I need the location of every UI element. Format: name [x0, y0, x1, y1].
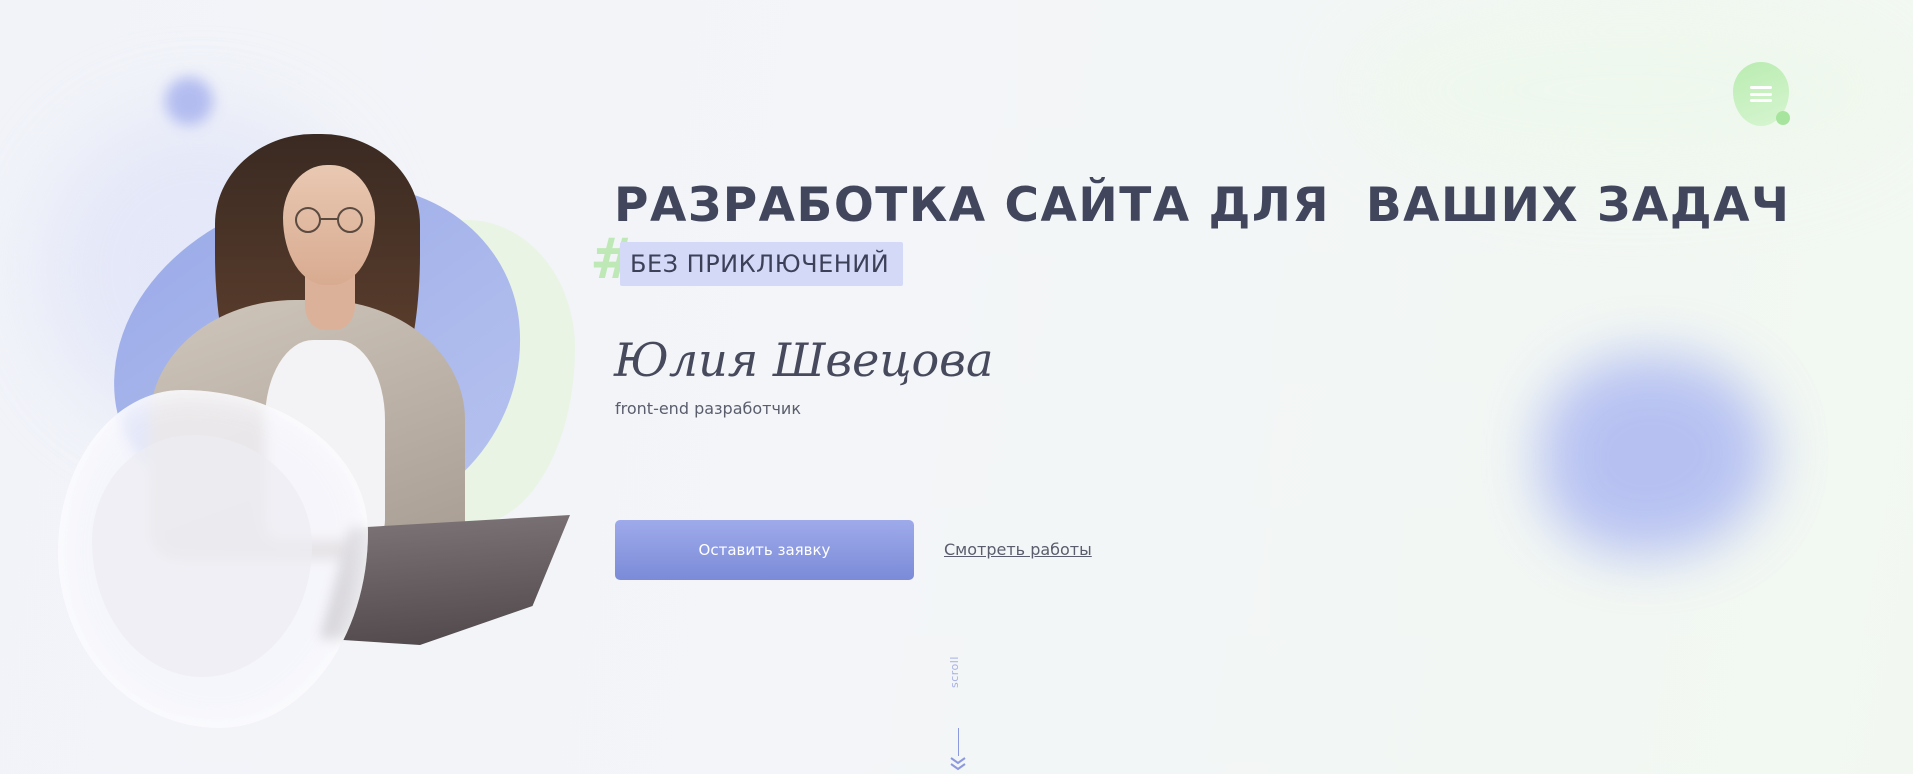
scroll-line: [958, 728, 959, 756]
author-role: front-end разработчик: [615, 399, 801, 418]
menu-decor-dot: [1776, 111, 1790, 125]
decorative-blob-small: [165, 77, 213, 125]
hero-tag: БЕЗ ПРИКЛЮЧЕНИЙ: [620, 242, 904, 286]
landing-page: РАЗРАБОТКА САЙТА ДЛЯ ВАШИХ ЗАДАЧ # БЕЗ П…: [0, 0, 1913, 774]
scroll-label: scroll: [948, 656, 961, 688]
double-chevron-down-icon[interactable]: [949, 755, 967, 771]
background-glow-green: [1350, 0, 1910, 180]
decorative-blob-right: [1540, 355, 1770, 555]
hamburger-menu-icon: [1750, 86, 1772, 102]
view-works-link[interactable]: Смотреть работы: [944, 540, 1092, 559]
author-name: Юлия Швецова: [614, 333, 994, 387]
hero-headline: РАЗРАБОТКА САЙТА ДЛЯ ВАШИХ ЗАДАЧ: [614, 178, 1791, 233]
glasses-icon: [295, 207, 363, 233]
submit-request-button[interactable]: Оставить заявку: [615, 520, 914, 580]
